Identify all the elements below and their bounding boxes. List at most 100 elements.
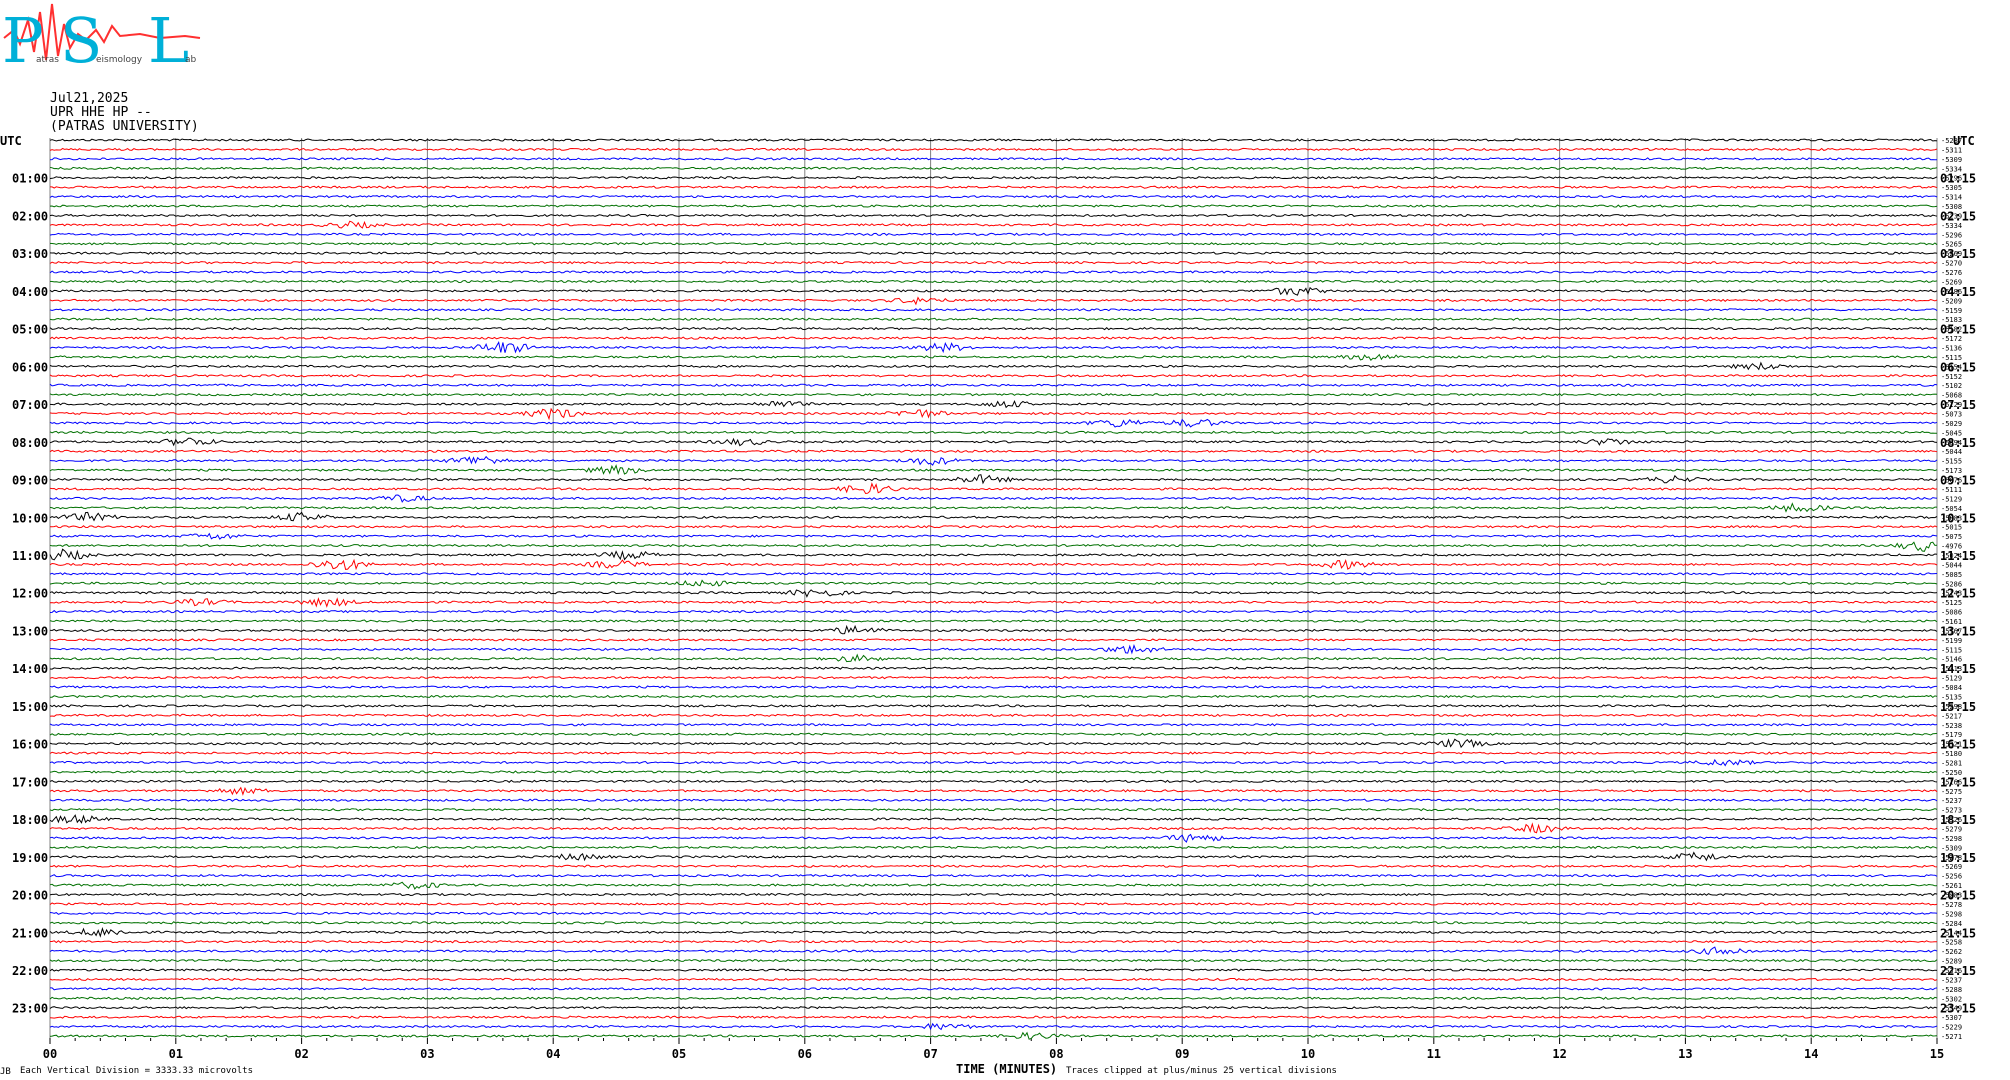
trace-line [49, 808, 1938, 812]
trace-line [49, 996, 1938, 1000]
helicorder-chart: 00 01 02 03 04 05 06 07 08 09 10 11 12 13 14 15-5287-53… [0, 134, 1976, 1061]
trace-line [49, 977, 1938, 982]
left-hour-label: 04:00 [12, 285, 48, 299]
left-hour-label: 03:00 [12, 247, 48, 261]
left-hour-label: 23:00 [12, 1002, 48, 1016]
trace-line [49, 166, 1938, 170]
right-hour-label: 16:15 [1940, 738, 1976, 752]
left-hour-label: 20:00 [12, 889, 48, 903]
trace-line [49, 723, 1938, 727]
right-hour-label: 07:15 [1940, 398, 1976, 412]
row-offset-label: -5159 [1941, 307, 1962, 315]
trace-line [49, 400, 1938, 409]
left-hour-label: 14:00 [12, 662, 48, 676]
x-tick-label: 07 [923, 1047, 937, 1061]
row-offset-label: -5029 [1941, 420, 1962, 428]
trace-line [50, 525, 1938, 529]
left-utc-title: UTC [0, 134, 22, 148]
left-hour-label: 12:00 [12, 587, 48, 601]
left-hour-label: 11:00 [12, 549, 48, 563]
trace-line [49, 374, 1938, 378]
row-offset-label: -5136 [1941, 344, 1962, 352]
trace-line [49, 430, 1938, 434]
left-hour-label: 16:00 [12, 738, 48, 752]
right-hour-label: 02:15 [1940, 209, 1976, 223]
trace-line [49, 437, 1938, 447]
trace-line [49, 511, 1938, 522]
trace-line [49, 892, 1938, 897]
trace-line [49, 251, 1938, 255]
x-tick-label: 09 [1175, 1047, 1189, 1061]
trace-line [49, 361, 1938, 371]
trace-line [49, 751, 1938, 755]
trace-line [49, 1006, 1938, 1010]
trace-line [49, 204, 1938, 208]
trace-line [49, 609, 1938, 614]
right-hour-label: 14:15 [1940, 662, 1976, 676]
right-hour-label: 19:15 [1940, 851, 1976, 865]
trace-line [49, 418, 1938, 428]
left-hour-label: 08:00 [12, 436, 48, 450]
trace-line [49, 317, 1938, 321]
right-hour-label: 06:15 [1940, 360, 1976, 374]
trace-line [49, 666, 1938, 670]
trace-line [49, 270, 1938, 274]
trace-line [49, 572, 1938, 576]
footer-division-note: Each Vertical Division = 3333.33 microvo… [20, 1066, 253, 1076]
trace-line [49, 779, 1938, 783]
trace-line [49, 449, 1938, 453]
trace-line [49, 138, 1938, 142]
trace-line [49, 541, 1938, 552]
trace-line [49, 685, 1937, 689]
trace-line [49, 336, 1938, 340]
trace-line [50, 940, 1938, 944]
trace-line [49, 874, 1938, 878]
x-axis-title: TIME (MINUTES) [956, 1062, 1058, 1076]
trace-line [49, 548, 1938, 561]
trace-line [49, 675, 1938, 680]
trace-line [49, 927, 1938, 938]
right-hour-label: 12:15 [1940, 587, 1976, 601]
right-hour-label: 13:15 [1940, 624, 1976, 638]
x-tick-label: 04 [546, 1047, 560, 1061]
trace-line [49, 341, 1938, 354]
trace-line [50, 644, 1937, 655]
left-hour-label: 10:00 [12, 511, 48, 525]
trace-line [49, 579, 1938, 587]
trace-line [49, 220, 1938, 229]
trace-line [49, 713, 1938, 717]
row-offset-label: -5075 [1941, 533, 1962, 541]
trace-line [49, 851, 1938, 862]
x-tick-label: 08 [1049, 1047, 1063, 1061]
trace-line [49, 968, 1938, 972]
footer-left-mark: JB [0, 1067, 11, 1077]
row-offset-label: -5229 [1941, 1024, 1962, 1032]
row-offset-label: -5102 [1941, 382, 1962, 390]
left-hour-label: 06:00 [12, 360, 48, 374]
trace-line [49, 308, 1938, 312]
row-offset-label: -5129 [1941, 495, 1962, 503]
trace-line [49, 393, 1938, 397]
left-hour-label: 21:00 [12, 926, 48, 940]
right-hour-label: 22:15 [1940, 964, 1976, 978]
trace-line [49, 232, 1938, 236]
x-tick-label: 12 [1552, 1047, 1566, 1061]
footer-clip-note: Traces clipped at plus/minus 25 vertical… [1066, 1066, 1337, 1076]
trace-line [49, 286, 1938, 296]
left-hour-label: 02:00 [12, 209, 48, 223]
trace-line [49, 738, 1938, 749]
trace-line [49, 260, 1938, 265]
row-offset-label: -5085 [1941, 571, 1962, 579]
trace-line [49, 279, 1938, 284]
trace-line [49, 464, 1938, 476]
trace-line [49, 902, 1938, 906]
trace-line [50, 185, 1938, 189]
left-hour-label: 15:00 [12, 700, 48, 714]
row-offset-label: -5115 [1941, 646, 1962, 654]
trace-line [49, 624, 1938, 635]
trace-line [49, 911, 1938, 916]
trace-line [49, 845, 1938, 850]
left-hour-label: 09:00 [12, 474, 48, 488]
x-tick-label: 05 [672, 1047, 686, 1061]
row-offset-label: -5086 [1941, 609, 1962, 617]
